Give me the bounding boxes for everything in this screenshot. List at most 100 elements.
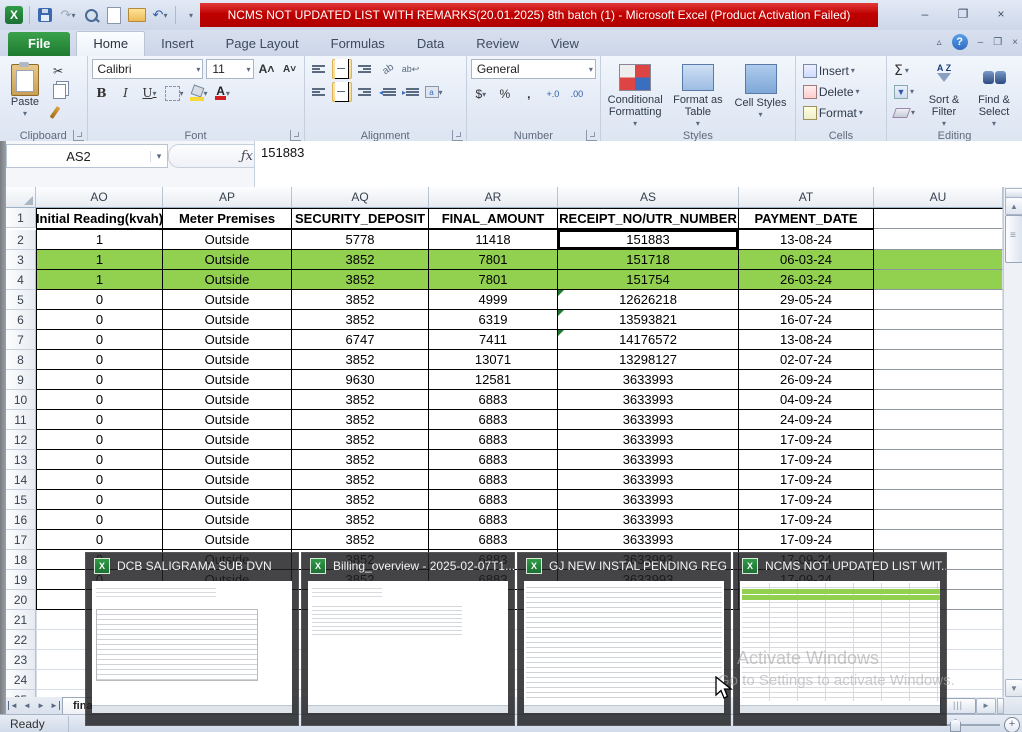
- cell-AO8[interactable]: 0: [36, 350, 163, 370]
- cell-AT10[interactable]: 04-09-24: [739, 390, 874, 410]
- cell-AQ16[interactable]: 3852: [292, 510, 429, 530]
- vertical-scroll-thumb[interactable]: [1005, 215, 1022, 263]
- cell-AQ1[interactable]: SECURITY_DEPOSIT: [292, 208, 429, 230]
- preview-thumbnail[interactable]: [92, 581, 292, 713]
- help-icon[interactable]: ?: [952, 34, 968, 50]
- taskbar-preview-4[interactable]: XNCMS NOT UPDATED LIST WIT...: [733, 552, 947, 726]
- cell-AU3[interactable]: [874, 250, 1003, 270]
- cell-AR12[interactable]: 6883: [429, 430, 558, 450]
- scroll-up-icon[interactable]: ▲: [1005, 197, 1022, 215]
- cell-AT13[interactable]: 17-09-24: [739, 450, 874, 470]
- cut-button[interactable]: ✂: [50, 61, 74, 80]
- find-select-button[interactable]: Find & Select▾: [970, 59, 1018, 131]
- new-document-icon[interactable]: [104, 5, 124, 25]
- cell-AO15[interactable]: 0: [36, 490, 163, 510]
- cell-AQ15[interactable]: 3852: [292, 490, 429, 510]
- cell-AU12[interactable]: [874, 430, 1003, 450]
- cell-AR8[interactable]: 13071: [429, 350, 558, 370]
- preview-thumbnail[interactable]: [308, 581, 508, 713]
- minimize-button[interactable]: –: [910, 4, 940, 24]
- cell-AU1[interactable]: [874, 208, 1003, 229]
- cell-AT17[interactable]: 17-09-24: [739, 530, 874, 550]
- format-painter-button[interactable]: [50, 103, 74, 122]
- cell-AR13[interactable]: 6883: [429, 450, 558, 470]
- tab-review[interactable]: Review: [460, 32, 535, 56]
- cell-AT8[interactable]: 02-07-24: [739, 350, 874, 370]
- row-header-4[interactable]: 4: [6, 270, 36, 290]
- cell-AS3[interactable]: 151718: [558, 250, 739, 270]
- cell-AT3[interactable]: 06-03-24: [739, 250, 874, 270]
- row-header-14[interactable]: 14: [6, 470, 36, 490]
- cell-AT4[interactable]: 26-03-24: [739, 270, 874, 290]
- cell-AS6[interactable]: 13593821: [558, 310, 739, 330]
- cell-AT11[interactable]: 24-09-24: [739, 410, 874, 430]
- row-header-8[interactable]: 8: [6, 350, 36, 370]
- cell-AU13[interactable]: [874, 450, 1003, 470]
- cell-AS10[interactable]: 3633993: [558, 390, 739, 410]
- wrap-text-button[interactable]: ab↩: [401, 59, 421, 79]
- italic-button[interactable]: I: [116, 83, 136, 103]
- decrease-decimal-button[interactable]: .00: [567, 84, 587, 104]
- cell-AP1[interactable]: Meter Premises: [163, 208, 292, 230]
- font-family-select[interactable]: Calibri▾: [92, 59, 204, 79]
- align-left-button[interactable]: [309, 82, 329, 102]
- redo-icon[interactable]: ↷▾: [58, 5, 78, 25]
- cell-AU2[interactable]: [874, 230, 1003, 250]
- formula-input[interactable]: 151883: [254, 141, 1022, 190]
- row-header-17[interactable]: 17: [6, 530, 36, 550]
- doc-restore-icon[interactable]: ❐: [993, 37, 1002, 48]
- cell-AR2[interactable]: 11418: [429, 230, 558, 250]
- cell-AT16[interactable]: 17-09-24: [739, 510, 874, 530]
- cell-AP17[interactable]: Outside: [163, 530, 292, 550]
- cell-AO5[interactable]: 0: [36, 290, 163, 310]
- row-header-21[interactable]: 21: [6, 610, 36, 630]
- cell-AQ5[interactable]: 3852: [292, 290, 429, 310]
- cell-AO13[interactable]: 0: [36, 450, 163, 470]
- conditional-formatting-button[interactable]: Conditional Formatting▾: [605, 59, 666, 131]
- cell-AR14[interactable]: 6883: [429, 470, 558, 490]
- undo-icon[interactable]: ↶▾: [150, 5, 170, 25]
- name-box-dropdown-icon[interactable]: ▾: [150, 151, 167, 162]
- cell-AR10[interactable]: 6883: [429, 390, 558, 410]
- clipboard-dialog-launcher[interactable]: [73, 130, 84, 141]
- align-top-button[interactable]: [309, 59, 329, 79]
- column-header-ap[interactable]: AP: [163, 187, 292, 208]
- cell-AP8[interactable]: Outside: [163, 350, 292, 370]
- orientation-button[interactable]: ab: [374, 55, 402, 83]
- cell-AR17[interactable]: 6883: [429, 530, 558, 550]
- open-folder-icon[interactable]: [127, 5, 147, 25]
- tab-view[interactable]: View: [535, 32, 595, 56]
- cell-AR15[interactable]: 6883: [429, 490, 558, 510]
- cell-AQ7[interactable]: 6747: [292, 330, 429, 350]
- zoom-slider-track[interactable]: [940, 724, 1000, 726]
- format-as-table-button[interactable]: Format as Table▾: [668, 59, 729, 131]
- cell-AS4[interactable]: 151754: [558, 270, 739, 290]
- cell-AT1[interactable]: PAYMENT_DATE: [739, 208, 874, 230]
- row-header-7[interactable]: 7: [6, 330, 36, 350]
- align-middle-button[interactable]: [332, 59, 352, 79]
- cell-AP11[interactable]: Outside: [163, 410, 292, 430]
- number-dialog-launcher[interactable]: [586, 130, 597, 141]
- preview-thumbnail[interactable]: [524, 581, 724, 713]
- percent-style-button[interactable]: %: [495, 84, 515, 104]
- cell-AO10[interactable]: 0: [36, 390, 163, 410]
- cell-AU11[interactable]: [874, 410, 1003, 430]
- tab-formulas[interactable]: Formulas: [315, 32, 401, 56]
- customize-qat-icon[interactable]: ▾: [181, 5, 201, 25]
- cell-AP10[interactable]: Outside: [163, 390, 292, 410]
- tab-split-handle[interactable]: [997, 698, 1004, 714]
- autosum-button[interactable]: Σ▾: [891, 61, 918, 80]
- cell-styles-button[interactable]: Cell Styles▾: [730, 59, 791, 131]
- cell-AS9[interactable]: 3633993: [558, 370, 739, 390]
- font-dialog-launcher[interactable]: [290, 130, 301, 141]
- sort-filter-button[interactable]: A Z Sort & Filter▾: [920, 59, 968, 131]
- cell-AU8[interactable]: [874, 350, 1003, 370]
- cell-AP16[interactable]: Outside: [163, 510, 292, 530]
- column-header-au[interactable]: AU: [874, 187, 1003, 208]
- scroll-right-icon[interactable]: ►: [976, 698, 996, 714]
- cell-AO1[interactable]: Initial Reading(kvah): [36, 208, 163, 230]
- row-header-6[interactable]: 6: [6, 310, 36, 330]
- doc-minimize-icon[interactable]: –: [978, 37, 984, 48]
- row-header-20[interactable]: 20: [6, 590, 36, 610]
- cell-AT2[interactable]: 13-08-24: [739, 230, 874, 250]
